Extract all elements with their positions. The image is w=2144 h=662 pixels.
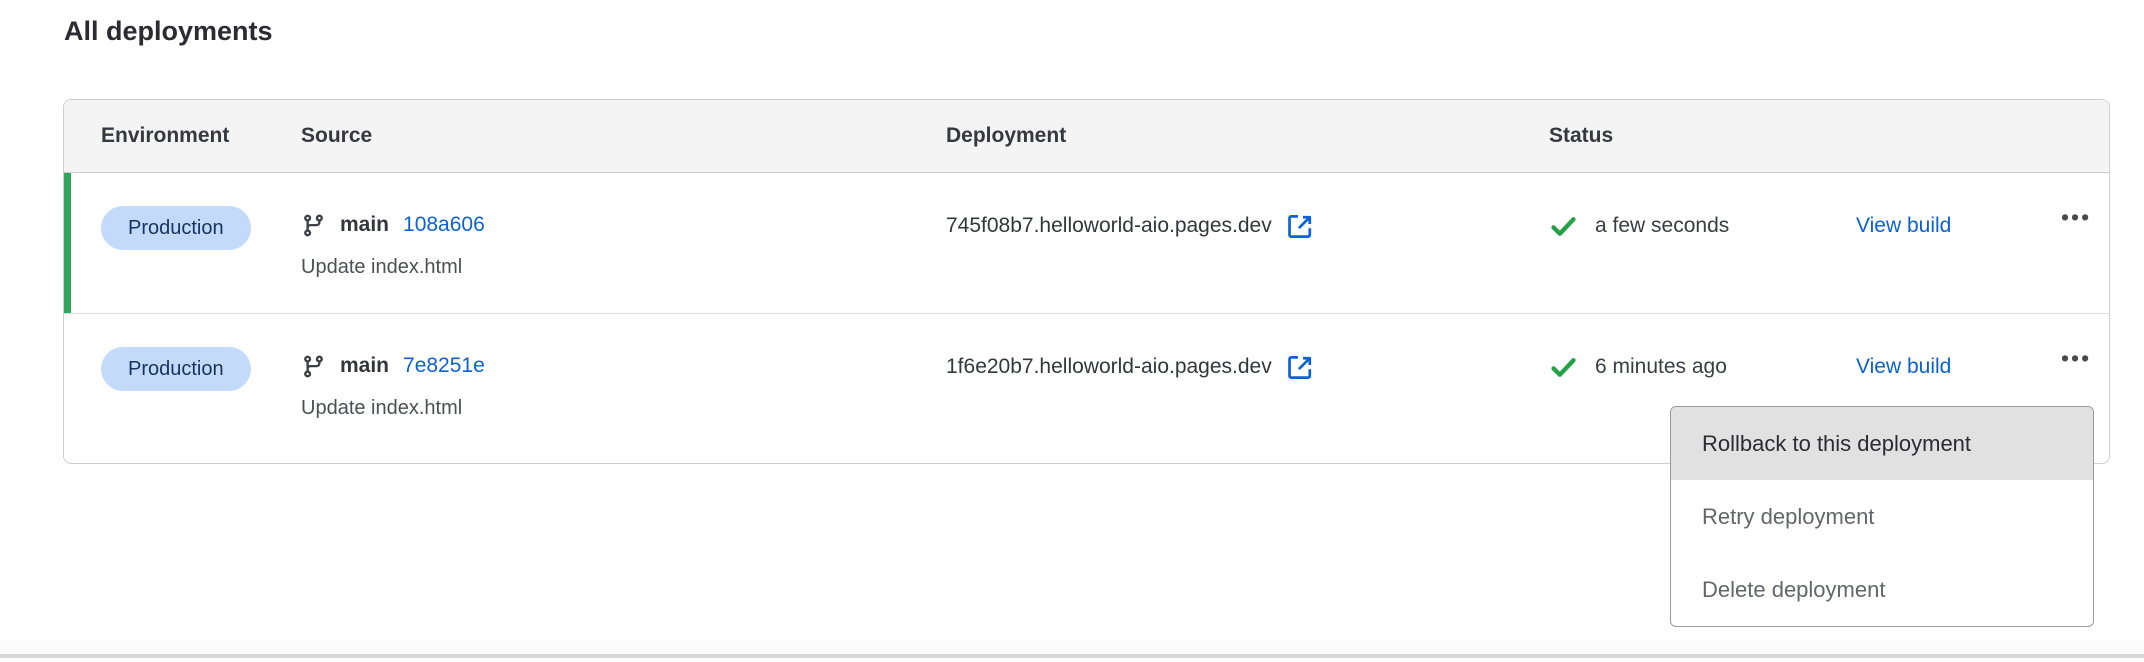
deployment-context-menu: Rollback to this deployment Retry deploy… <box>1670 406 2094 627</box>
success-check-icon <box>1549 212 1578 241</box>
view-build-cell: View build <box>1856 173 2061 313</box>
status-cell: a few seconds <box>1549 173 1856 313</box>
status-time: 6 minutes ago <box>1595 355 1727 379</box>
row-menu-cell: ••• <box>2061 173 2091 313</box>
commit-message: Update index.html <box>301 397 946 420</box>
page-title: All deployments <box>64 16 273 47</box>
git-branch-icon <box>301 354 326 379</box>
branch-name: main <box>340 213 389 237</box>
column-header-environment: Environment <box>101 124 301 148</box>
commit-message: Update index.html <box>301 256 946 279</box>
deployment-url: 1f6e20b7.helloworld-aio.pages.dev <box>946 355 1272 379</box>
deployment-cell: 745f08b7.helloworld-aio.pages.dev <box>946 173 1549 313</box>
environment-badge: Production <box>101 206 251 250</box>
column-header-status: Status <box>1549 124 2072 148</box>
environment-badge: Production <box>101 347 251 391</box>
status-time: a few seconds <box>1595 214 1729 238</box>
external-link-icon[interactable] <box>1287 213 1314 240</box>
external-link-icon[interactable] <box>1287 354 1314 381</box>
view-build-link[interactable]: View build <box>1856 347 1951 387</box>
column-header-source: Source <box>301 124 946 148</box>
menu-item-rollback[interactable]: Rollback to this deployment <box>1671 407 2093 480</box>
deployment-url: 745f08b7.helloworld-aio.pages.dev <box>946 214 1272 238</box>
deployment-cell: 1f6e20b7.helloworld-aio.pages.dev <box>946 314 1549 464</box>
commit-link[interactable]: 108a606 <box>403 213 485 237</box>
column-header-deployment: Deployment <box>946 124 1549 148</box>
menu-item-retry[interactable]: Retry deployment <box>1671 480 2093 553</box>
success-check-icon <box>1549 353 1578 382</box>
environment-cell: Production <box>101 173 301 313</box>
menu-item-delete[interactable]: Delete deployment <box>1671 553 2093 626</box>
page-bottom-divider <box>0 641 2144 658</box>
deployment-row-current: Production main 108a606 Update index.htm… <box>64 173 2109 314</box>
ellipsis-menu-icon[interactable]: ••• <box>2061 197 2091 237</box>
table-header-row: Environment Source Deployment Status <box>64 100 2109 173</box>
view-build-link[interactable]: View build <box>1856 206 1951 246</box>
source-cell: main 108a606 Update index.html <box>301 173 946 313</box>
branch-name: main <box>340 354 389 378</box>
environment-cell: Production <box>101 314 301 464</box>
active-deployment-indicator <box>64 173 71 313</box>
ellipsis-menu-icon[interactable]: ••• <box>2061 338 2091 378</box>
git-branch-icon <box>301 213 326 238</box>
commit-link[interactable]: 7e8251e <box>403 354 485 378</box>
source-cell: main 7e8251e Update index.html <box>301 314 946 464</box>
